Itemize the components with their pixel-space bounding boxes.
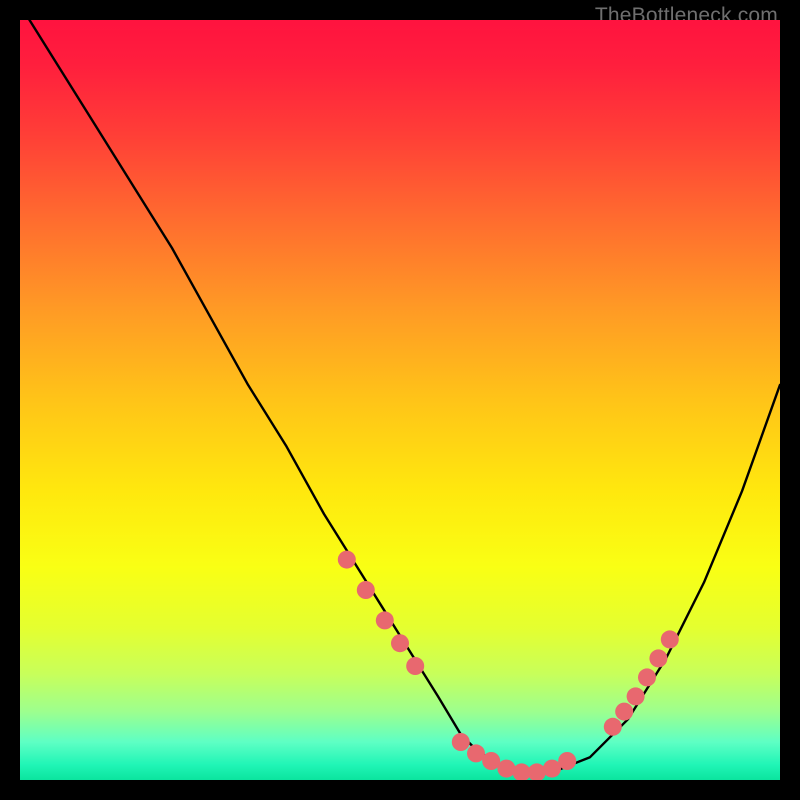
highlight-dots-group [338, 551, 679, 780]
highlight-dot [558, 752, 576, 770]
highlight-dot [376, 611, 394, 629]
curve-layer [20, 20, 780, 780]
highlight-dot [627, 687, 645, 705]
highlight-dot [615, 703, 633, 721]
plot-area [20, 20, 780, 780]
highlight-dot [391, 634, 409, 652]
highlight-dot [638, 668, 656, 686]
highlight-dot [406, 657, 424, 675]
highlight-dot [338, 551, 356, 569]
highlight-dot [452, 733, 470, 751]
highlight-dot [604, 718, 622, 736]
highlight-dot [649, 649, 667, 667]
highlight-dot [357, 581, 375, 599]
highlight-dot [497, 760, 515, 778]
highlight-dot [528, 763, 546, 780]
chart-stage: TheBottleneck.com [0, 0, 800, 800]
highlight-dot [661, 630, 679, 648]
